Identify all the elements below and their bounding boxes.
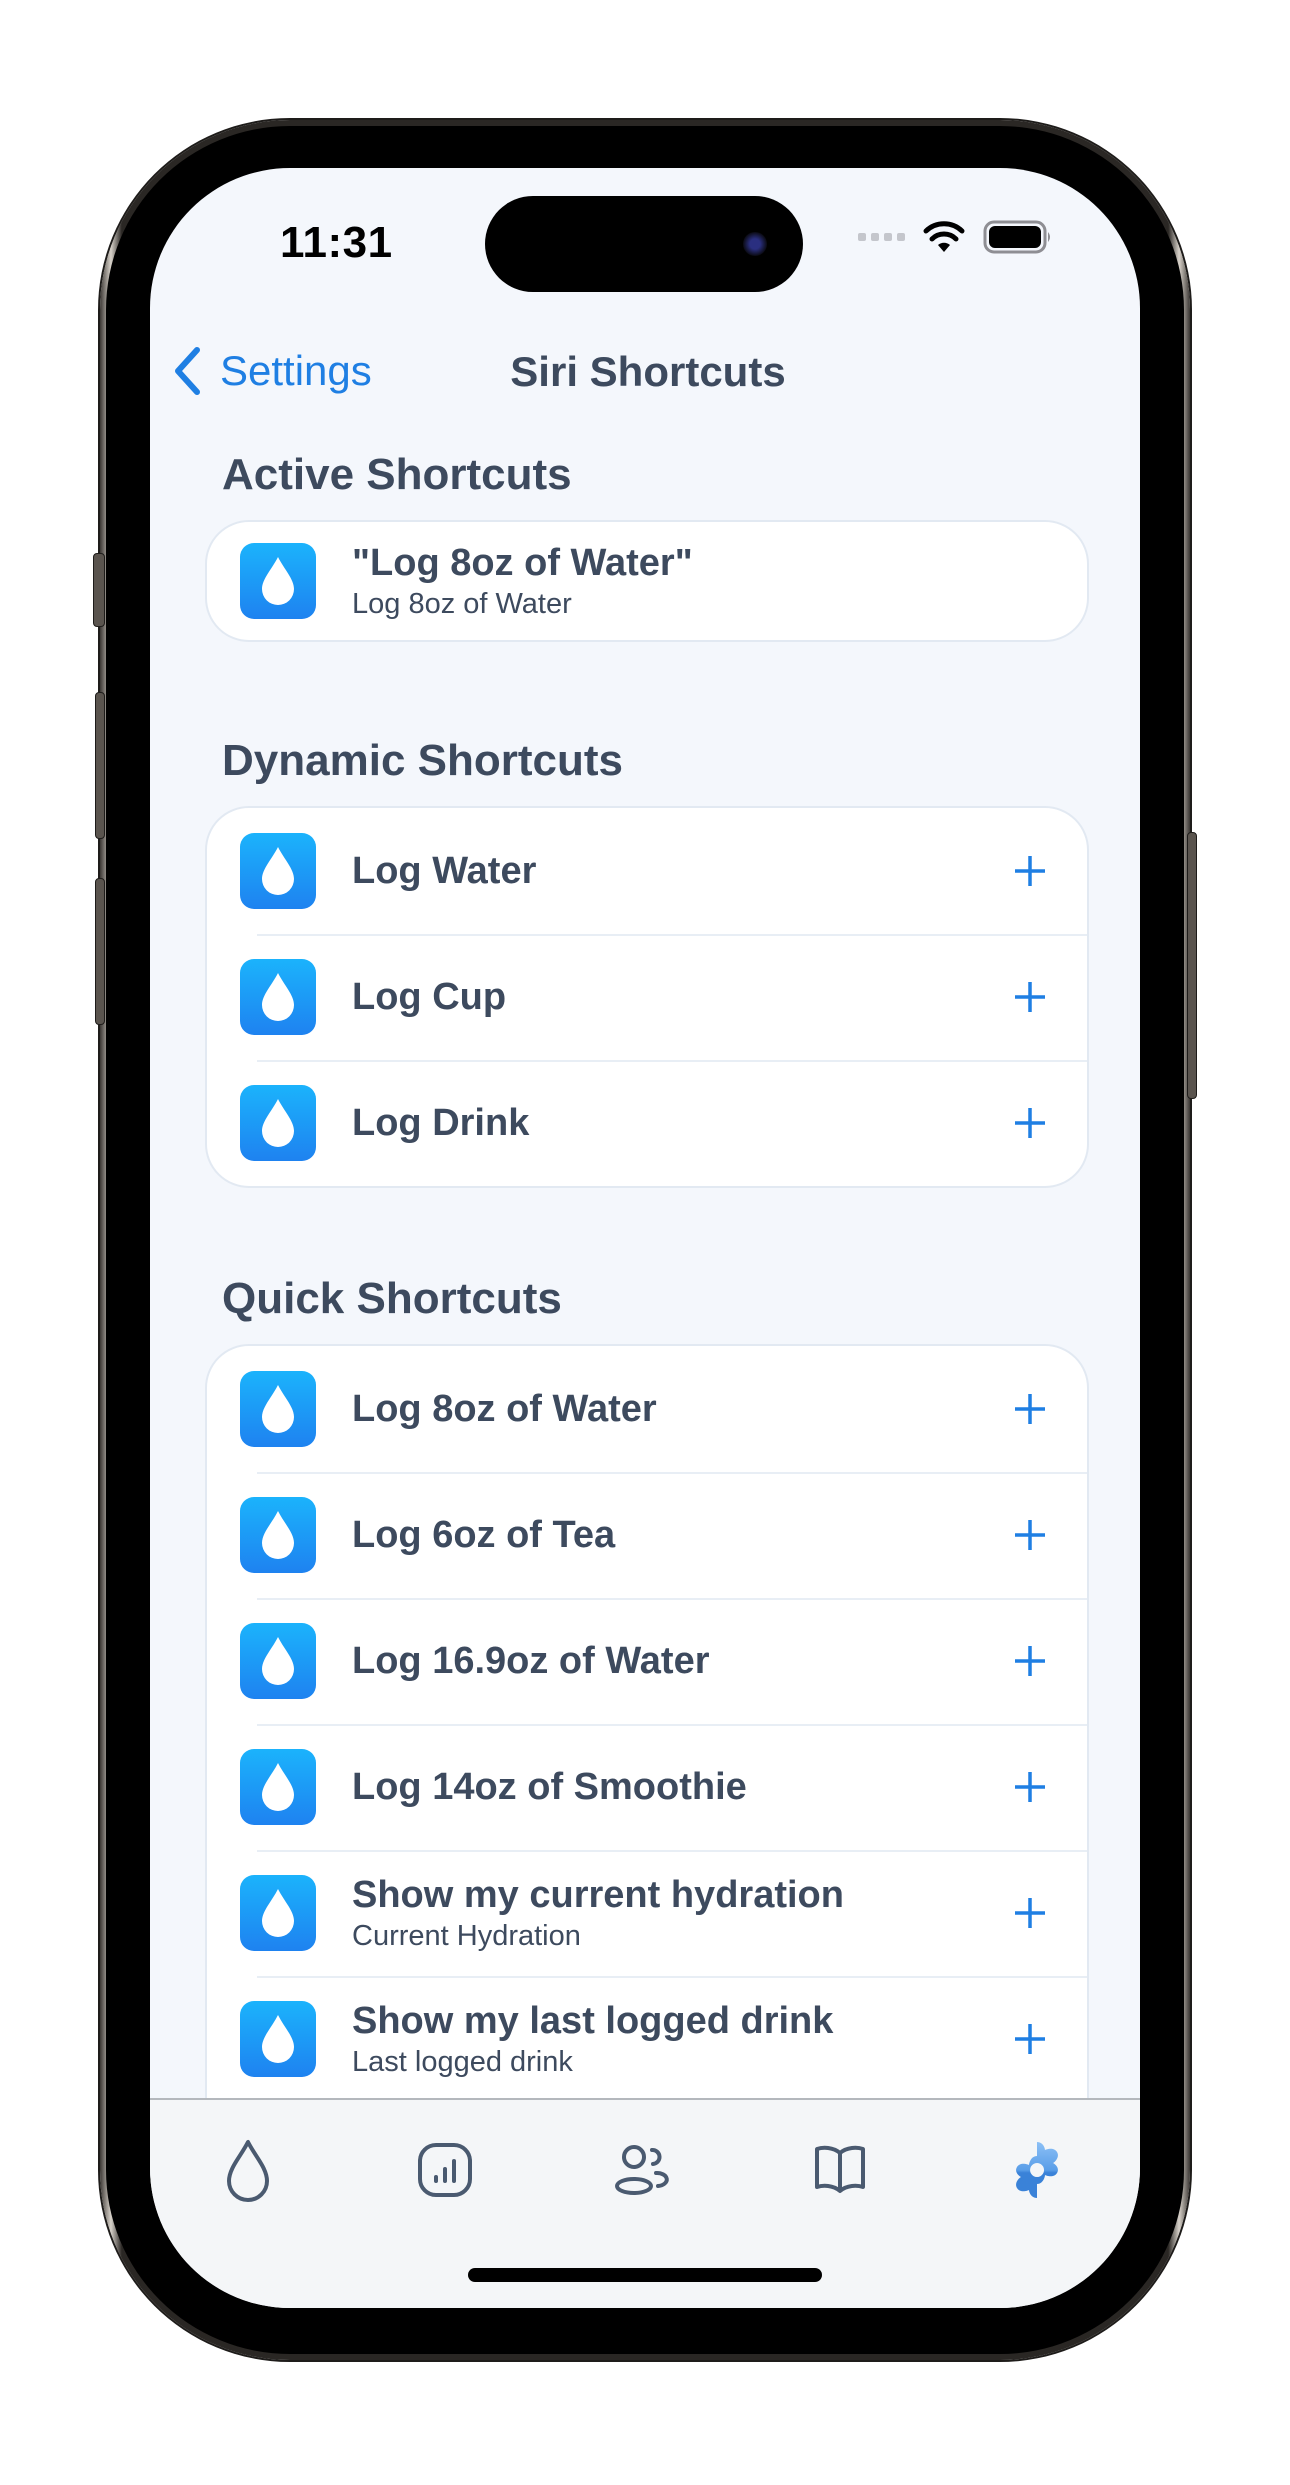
plus-icon[interactable]	[1013, 854, 1047, 888]
item-title: Log 16.9oz of Water	[352, 1640, 710, 1682]
item-title: Log Cup	[352, 976, 507, 1018]
tab-friends[interactable]	[602, 2130, 682, 2210]
tab-settings[interactable]	[997, 2130, 1077, 2210]
plus-icon[interactable]	[1013, 1770, 1047, 1804]
water-drop-icon	[240, 833, 316, 909]
item-title: Show my last logged drink	[352, 2000, 834, 2042]
list-item[interactable]: Log 6oz of Tea	[207, 1472, 1087, 1598]
item-title: Log 6oz of Tea	[352, 1514, 616, 1556]
active-shortcuts-card: "Log 8oz of Water" Log 8oz of Water	[205, 520, 1089, 642]
tab-learn[interactable]	[800, 2130, 880, 2210]
list-item[interactable]: Log Cup	[207, 934, 1087, 1060]
list-item[interactable]: Show my last logged drink Last logged dr…	[207, 1976, 1087, 2102]
list-item[interactable]: Show my current hydration Current Hydrat…	[207, 1850, 1087, 1976]
item-title: Log 8oz of Water	[352, 1388, 657, 1430]
book-icon	[815, 2145, 865, 2193]
list-item[interactable]: "Log 8oz of Water" Log 8oz of Water	[207, 522, 1087, 640]
water-drop-icon	[240, 959, 316, 1035]
water-drop-icon	[240, 1497, 316, 1573]
section-title-dynamic: Dynamic Shortcuts	[222, 736, 623, 785]
water-drop-icon	[240, 1623, 316, 1699]
plus-icon[interactable]	[1013, 2022, 1047, 2056]
quick-shortcuts-card: Log 8oz of Water Log 6oz of Tea Log 16.9…	[205, 1344, 1089, 2104]
item-title: "Log 8oz of Water"	[352, 542, 693, 584]
water-drop-icon	[240, 1371, 316, 1447]
tab-stats[interactable]	[405, 2130, 485, 2210]
status-icons	[858, 220, 1053, 254]
water-drop-icon	[240, 1749, 316, 1825]
section-title-active: Active Shortcuts	[222, 450, 572, 499]
water-drop-icon	[240, 543, 316, 619]
gear-icon	[1016, 2142, 1058, 2198]
item-subtitle: Log 8oz of Water	[352, 588, 572, 620]
water-drop-icon	[240, 1875, 316, 1951]
water-drop-icon	[240, 1085, 316, 1161]
volume-up-button	[95, 692, 105, 839]
plus-icon[interactable]	[1013, 1392, 1047, 1426]
plus-icon[interactable]	[1013, 1896, 1047, 1930]
people-icon	[615, 2145, 669, 2195]
plus-icon[interactable]	[1013, 1518, 1047, 1552]
list-item[interactable]: Log Drink	[207, 1060, 1087, 1186]
section-title-quick: Quick Shortcuts	[222, 1274, 562, 1323]
dynamic-shortcuts-card: Log Water Log Cup Log Drink	[205, 806, 1089, 1188]
wifi-icon	[923, 221, 965, 252]
plus-icon[interactable]	[1013, 1106, 1047, 1140]
list-item[interactable]: Log Water	[207, 808, 1087, 934]
tab-bar	[150, 2098, 1140, 2308]
list-item[interactable]: Log 14oz of Smoothie	[207, 1724, 1087, 1850]
status-time: 11:31	[280, 218, 393, 267]
plus-icon[interactable]	[1013, 1644, 1047, 1678]
item-title: Log Water	[352, 850, 537, 892]
list-item[interactable]: Log 16.9oz of Water	[207, 1598, 1087, 1724]
list-item[interactable]: Log 8oz of Water	[207, 1346, 1087, 1472]
dynamic-island	[485, 196, 803, 292]
item-title: Log 14oz of Smoothie	[352, 1766, 747, 1808]
power-button	[1187, 832, 1197, 1099]
item-title: Show my current hydration	[352, 1874, 844, 1916]
plus-icon[interactable]	[1013, 980, 1047, 1014]
volume-down-button	[95, 878, 105, 1025]
tab-hydration[interactable]	[208, 2130, 288, 2210]
home-indicator[interactable]	[468, 2268, 822, 2282]
action-button	[93, 553, 105, 627]
camera-icon	[743, 232, 767, 256]
screen: 11:31 Settings Siri Shortcuts Active Sho…	[150, 168, 1140, 2308]
battery-icon	[983, 220, 1050, 254]
page-title: Siri Shortcuts	[510, 348, 786, 395]
water-drop-outline-icon	[227, 2140, 269, 2202]
item-title: Log Drink	[352, 1102, 530, 1144]
item-subtitle: Last logged drink	[352, 2046, 573, 2078]
water-drop-icon	[240, 2001, 316, 2077]
item-subtitle: Current Hydration	[352, 1920, 581, 1952]
navigation-bar: Settings Siri Shortcuts	[150, 318, 1140, 418]
cellular-dots-icon	[858, 233, 905, 241]
chart-bars-icon	[418, 2143, 472, 2197]
